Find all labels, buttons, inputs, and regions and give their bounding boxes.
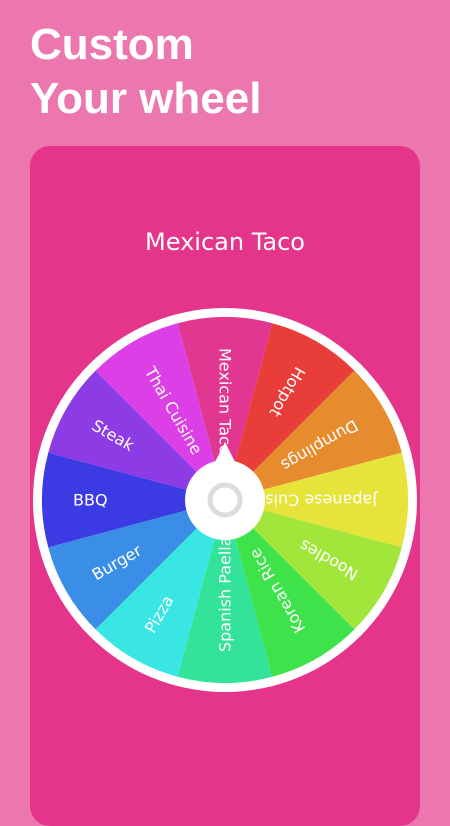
spin-wheel[interactable]: Mexican Taco HotpotDumplingsJapanese Cuis… (0, 0, 450, 800)
wheel-segment-label: BBQ (73, 491, 108, 510)
wheel-segment-label: Spanish Paella (216, 536, 235, 652)
spin-button[interactable] (185, 460, 265, 540)
wheel-segment-label: Mexican Taco (216, 348, 235, 455)
